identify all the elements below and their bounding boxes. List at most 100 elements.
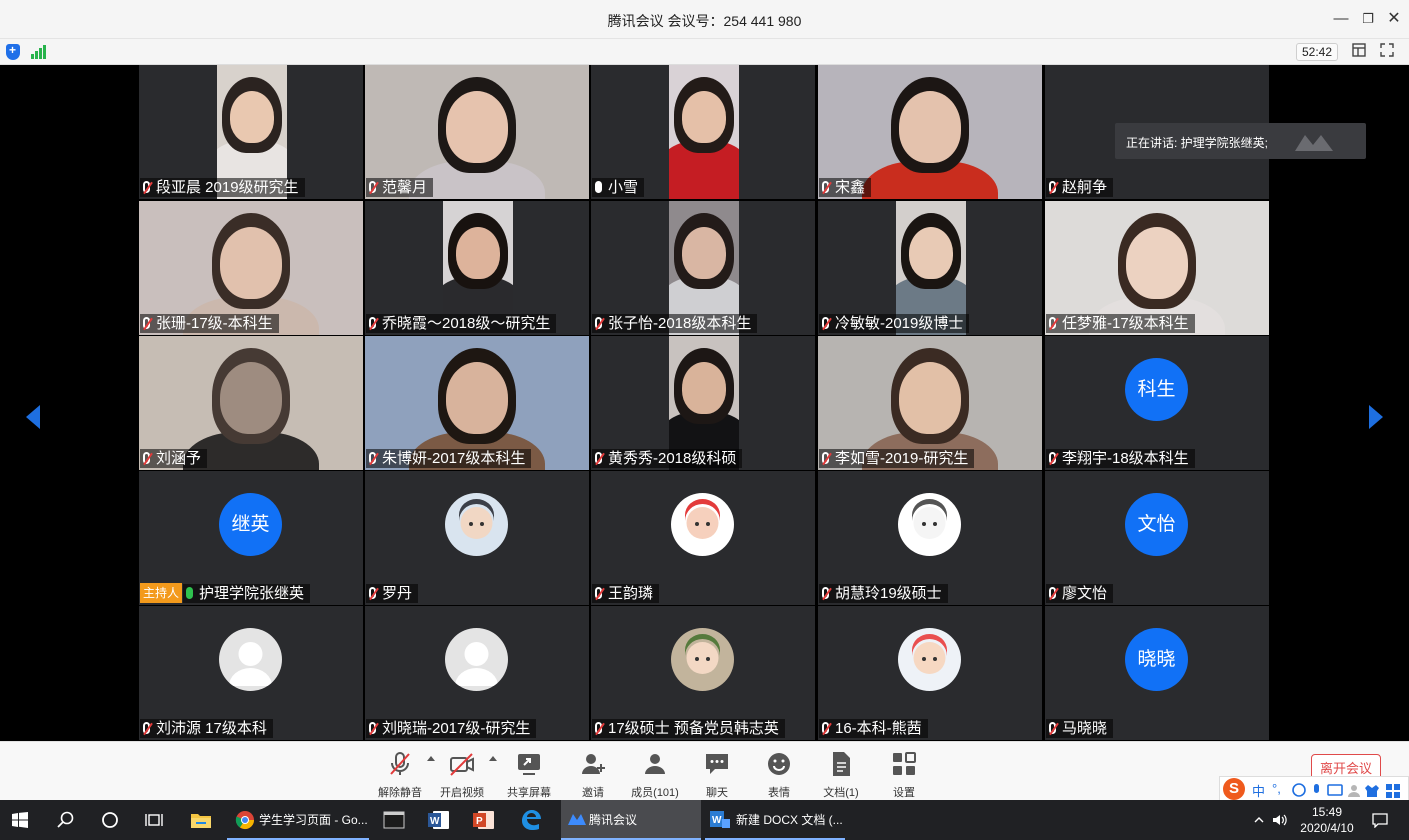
participant-avatar [445,493,508,556]
edge-icon[interactable] [519,808,543,832]
participant-name-text: 张珊-17级-本科生 [156,315,273,332]
microphone-muted-icon [143,317,150,329]
participant-tile[interactable]: 段亚晨 2019级研究生 [139,65,363,199]
participant-tile[interactable]: 宋鑫 [818,65,1042,199]
microphone-muted-icon [390,752,410,775]
powerpoint-icon[interactable]: P [472,808,496,832]
participant-tile[interactable]: 继英 主持人 护理学院张继英 [139,471,363,605]
participant-tile[interactable]: 16-本科-熊茜 [818,606,1042,740]
microphone-icon [595,181,602,193]
participant-tile[interactable]: 乔晓霞～2018级～研究生 [365,201,589,335]
taskbar-clock[interactable]: 15:49 2020/4/10 [1296,804,1358,836]
microphone-muted-icon [1049,587,1056,599]
minimize-button[interactable]: — [1331,9,1351,29]
documents-button[interactable]: 文档(1) [811,748,871,799]
video-options-caret-icon[interactable] [489,756,497,761]
participant-tile[interactable]: 小雪 [591,65,815,199]
layout-icon[interactable] [1351,43,1367,59]
sogou-logo-icon: S [1223,778,1245,800]
participant-name-text: 罗丹 [382,585,413,602]
microphone-muted-icon [595,452,602,464]
participant-tile[interactable]: 科生 李翔宇-18级本科生 [1045,336,1269,470]
restore-button[interactable]: ❐ [1358,9,1378,29]
cortana-icon[interactable] [101,811,119,829]
windows-start-icon[interactable] [12,812,28,828]
document-icon [833,752,850,776]
participant-tile[interactable]: 范馨月 [365,65,589,199]
participant-tile[interactable]: 刘涵予 [139,336,363,470]
participant-name-text: 刘沛源 17级本科 [156,720,267,737]
participant-tile[interactable]: 冷敏敏-2019级博士 [818,201,1042,335]
unmute-button[interactable]: 解除静音 [370,748,430,799]
network-signal-icon[interactable] [31,45,47,59]
participant-tile[interactable]: 张子怡-2018级本科生 [591,201,815,335]
settings-button[interactable]: 设置 [874,748,934,799]
file-explorer-icon[interactable] [190,809,212,831]
svg-text:W: W [712,815,722,826]
participant-name: 张珊-17级-本科生 [140,314,279,333]
participant-tile[interactable]: 王韵璘 [591,471,815,605]
meeting-timer: 52:42 [1296,43,1338,61]
ime-language[interactable]: 中 [1252,781,1265,800]
participant-tile[interactable]: 张珊-17级-本科生 [139,201,363,335]
input-method-bar[interactable]: S 中 °, [1219,776,1409,802]
host-badge: 主持人 [140,583,182,603]
taskbar-tencent-meeting[interactable]: 腾讯会议 [561,800,701,840]
word-icon[interactable]: W [427,808,451,832]
invite-user-icon [582,754,605,774]
participant-name-text: 冷敏敏-2019级博士 [835,315,964,332]
ime-punctuation[interactable]: °, [1272,781,1281,796]
start-video-button[interactable]: 开启视频 [432,748,492,799]
invite-button[interactable]: 邀请 [563,748,623,799]
participant-name-text: 小雪 [608,179,639,196]
previous-page-arrow-icon[interactable] [26,405,40,429]
fullscreen-icon[interactable] [1379,43,1395,59]
participant-tile[interactable]: 晓晓 马晓晓 [1045,606,1269,740]
participant-tile[interactable]: 胡慧玲19级硕士 [818,471,1042,605]
participant-tile[interactable]: 任梦雅-17级本科生 [1045,201,1269,335]
participant-tile[interactable]: 罗丹 [365,471,589,605]
participant-tile[interactable]: 文怡 廖文怡 [1045,471,1269,605]
terminal-icon[interactable] [383,809,405,831]
participant-name: 段亚晨 2019级研究生 [140,178,305,197]
microphone-muted-icon [595,587,602,599]
task-view-icon[interactable] [145,811,163,829]
ime-tool-icons[interactable] [1292,782,1402,798]
taskbar-word-doc[interactable]: W 新建 DOCX 文档 (... [705,800,845,840]
tray-chevron-up-icon[interactable] [1253,814,1265,826]
members-button[interactable]: 成员(101) [625,748,685,799]
security-shield-icon[interactable] [6,43,20,60]
microphone-muted-icon [1049,181,1056,193]
participant-tile[interactable]: 李如雪-2019-研究生 [818,336,1042,470]
participant-tile[interactable]: 黄秀秀-2018级科硕 [591,336,815,470]
svg-text:P: P [476,816,483,827]
taskbar-chrome[interactable]: 学生学习页面 - Go... [227,800,369,840]
notification-center-icon[interactable] [1372,812,1388,828]
participant-tile[interactable]: 刘沛源 17级本科 [139,606,363,740]
close-button[interactable]: ✕ [1384,9,1404,29]
participant-name-text: 朱博妍-2017级本科生 [382,450,526,467]
speaking-text: 正在讲话: 护理学院张继英; [1126,136,1269,150]
participant-name: 小雪 [592,178,645,197]
participant-name-text: 任梦雅-17级本科生 [1062,315,1189,332]
participant-name: 冷敏敏-2019级博士 [819,314,970,333]
search-icon[interactable] [57,811,75,829]
microphone-muted-icon [143,722,150,734]
taskbar-tencent-meeting-label: 腾讯会议 [589,813,638,827]
participant-avatar [671,493,734,556]
next-page-arrow-icon[interactable] [1369,405,1383,429]
settings-label: 设置 [893,787,915,799]
reactions-button[interactable]: 表情 [749,748,809,799]
title-bar: 腾讯会议 会议号：254 441 980 — ❐ ✕ [0,0,1409,39]
share-screen-button[interactable]: 共享屏幕 [499,748,559,799]
default-avatar-icon [219,628,282,691]
participant-name-text: 胡慧玲19级硕士 [835,585,942,602]
participant-tile[interactable]: 刘晓瑞-2017级-研究生 [365,606,589,740]
chat-button[interactable]: 聊天 [687,748,747,799]
clock-time: 15:49 [1311,805,1343,819]
participant-tile[interactable]: 17级硕士 预备党员韩志英 [591,606,815,740]
speaker-icon[interactable] [1272,812,1288,828]
tencent-meeting-logo-icon [1295,135,1333,151]
participant-tile[interactable]: 朱博妍-2017级本科生 [365,336,589,470]
participant-name: 罗丹 [366,584,419,603]
